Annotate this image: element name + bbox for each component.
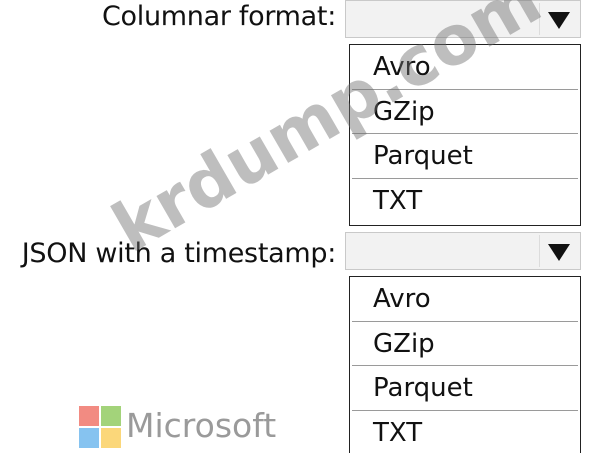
option-txt[interactable]: TXT bbox=[352, 179, 578, 224]
json-timestamp-dropdown[interactable] bbox=[345, 232, 581, 270]
columnar-format-label: Columnar format: bbox=[102, 1, 336, 33]
logo-yellow-square bbox=[101, 428, 121, 448]
logo-blue-square bbox=[79, 428, 99, 448]
json-timestamp-option-list: Avro GZip Parquet TXT bbox=[349, 276, 581, 453]
option-avro[interactable]: Avro bbox=[352, 277, 578, 322]
option-parquet[interactable]: Parquet bbox=[352, 366, 578, 411]
dropdown-arrow-icon[interactable] bbox=[548, 244, 570, 261]
json-timestamp-label: JSON with a timestamp: bbox=[22, 238, 336, 270]
microsoft-logo-icon bbox=[79, 406, 121, 448]
option-parquet[interactable]: Parquet bbox=[352, 134, 578, 179]
logo-green-square bbox=[101, 406, 121, 426]
dropdown-arrow-icon[interactable] bbox=[548, 12, 570, 29]
option-avro[interactable]: Avro bbox=[352, 45, 578, 90]
columnar-format-option-list: Avro GZip Parquet TXT bbox=[349, 44, 581, 226]
dropdown-separator bbox=[539, 3, 540, 35]
columnar-format-dropdown[interactable] bbox=[345, 0, 581, 38]
microsoft-wordmark: Microsoft bbox=[126, 404, 276, 448]
option-txt[interactable]: TXT bbox=[352, 411, 578, 455]
dropdown-separator bbox=[539, 235, 540, 267]
option-gzip[interactable]: GZip bbox=[352, 90, 578, 135]
option-gzip[interactable]: GZip bbox=[352, 322, 578, 367]
logo-red-square bbox=[79, 406, 99, 426]
